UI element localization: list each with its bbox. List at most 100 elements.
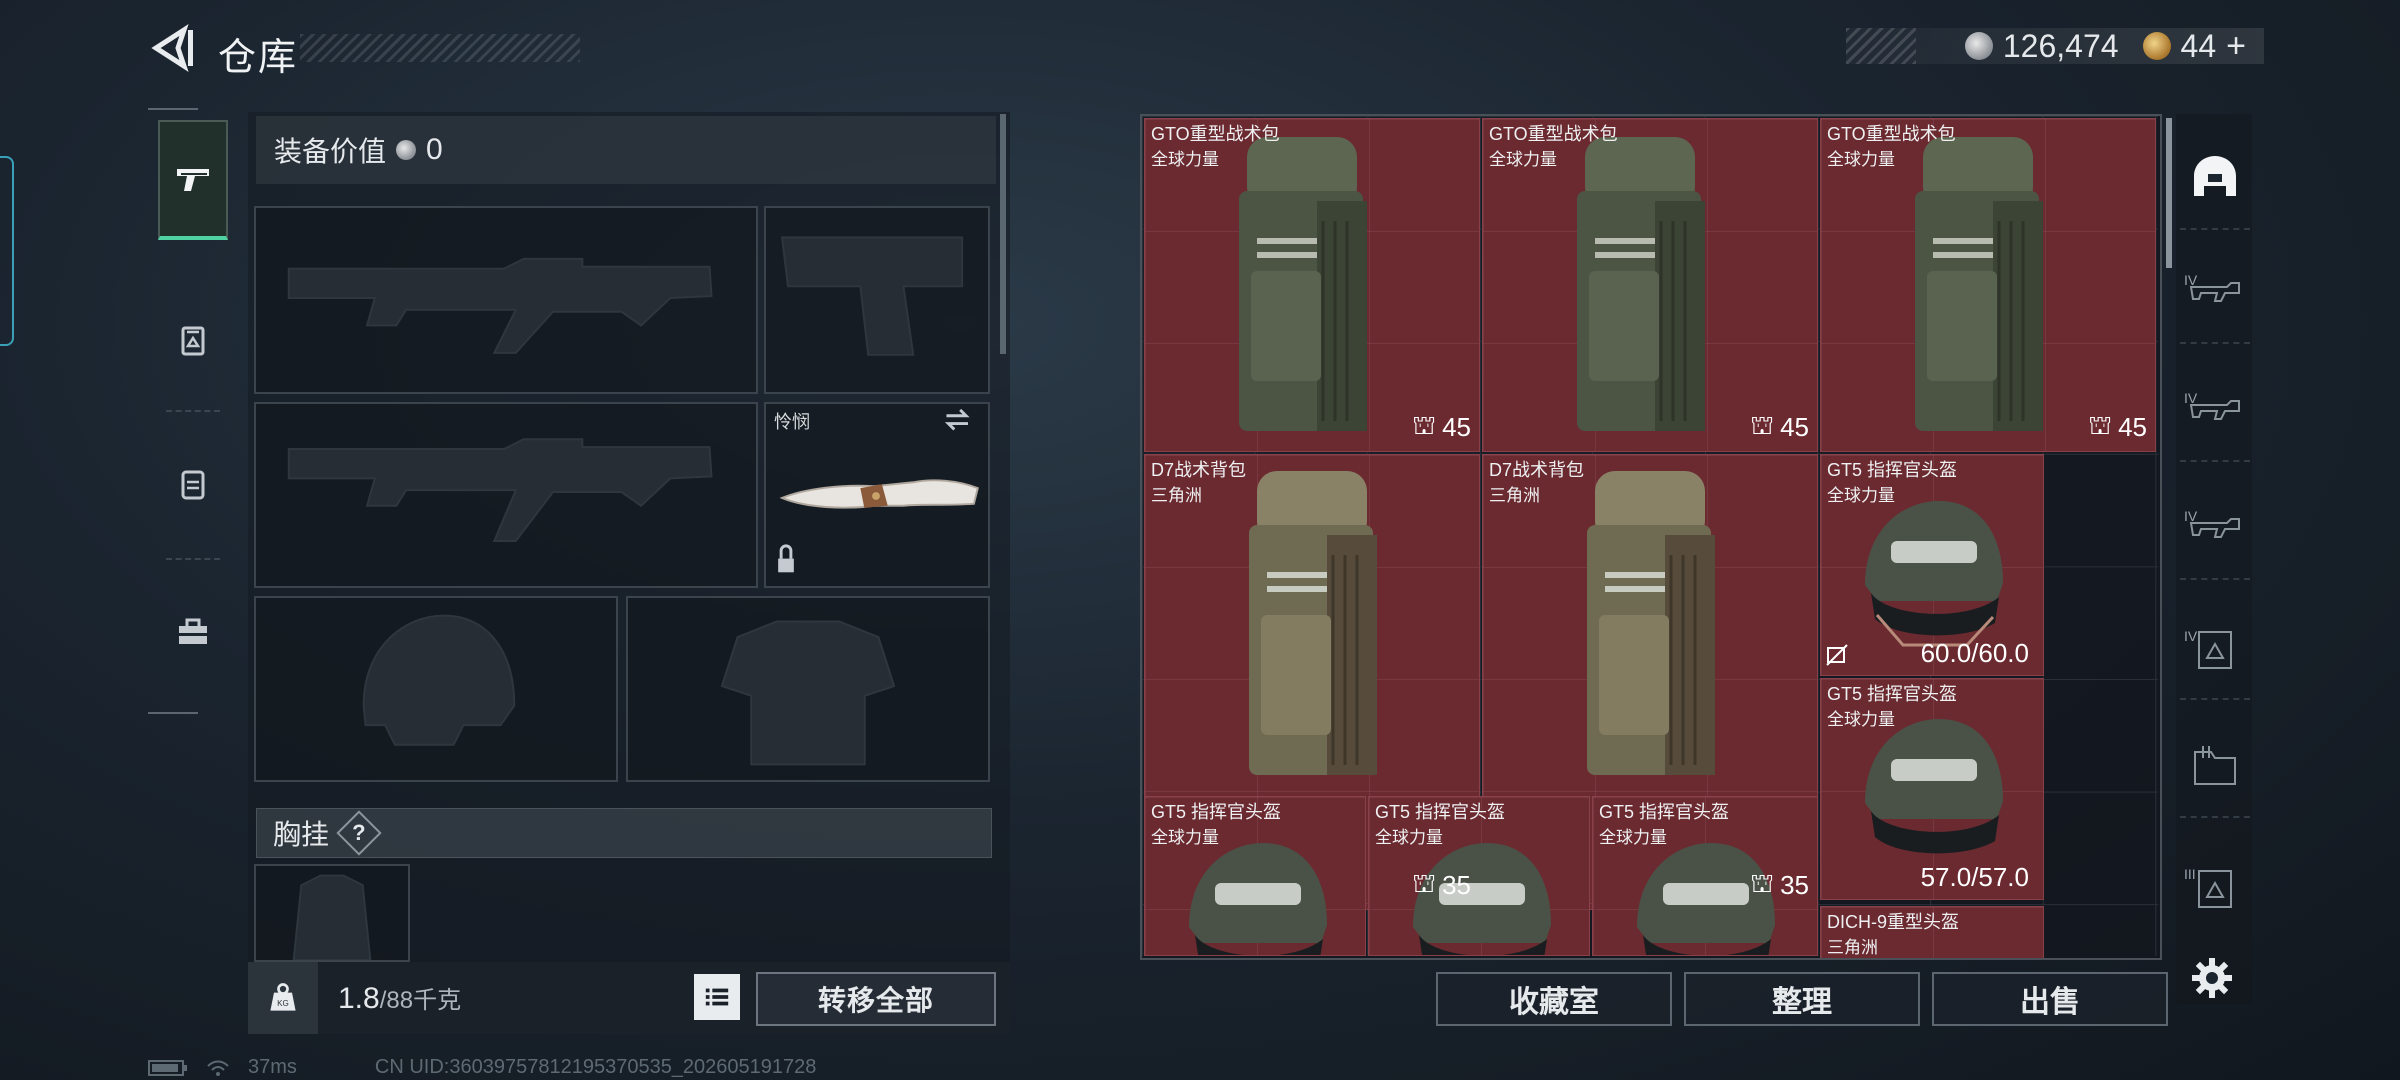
primary-weapon-slot-2[interactable] xyxy=(254,402,758,588)
item-gt5-helmet-4[interactable]: GT5 指挥官头盔 全球力量 xyxy=(1368,796,1590,956)
filter-rifle[interactable]: IV xyxy=(2180,244,2250,344)
backpack-image xyxy=(1915,137,2043,431)
organize-button[interactable]: 整理 xyxy=(1684,972,1920,1026)
capacity-icon: ⛫ xyxy=(1412,410,1437,440)
filter-level: III xyxy=(2184,866,2196,882)
user-uid: CN UID:3603975781219537053​5_20260519172… xyxy=(374,1056,817,1078)
item-capacity: 45 xyxy=(2118,412,2147,442)
status-bar: 37ms CN UID:3603975781219537053​5_202605… xyxy=(148,1056,816,1079)
backpack-image xyxy=(1577,137,1705,431)
backpack-image xyxy=(1239,137,1367,431)
equipment-value-header: 装备价值 0 xyxy=(256,116,996,184)
tab-backpack[interactable] xyxy=(158,424,228,544)
helmet-slot[interactable] xyxy=(254,596,618,782)
currency-decoration xyxy=(1846,28,1916,64)
item-name: GTO重型战术包 xyxy=(1489,124,1618,144)
equipment-scrollbar[interactable] xyxy=(1000,114,1006,354)
filter-armor[interactable]: IV xyxy=(2180,600,2250,700)
secondary-weapon-slot[interactable] xyxy=(764,206,990,394)
item-gt5-helmet-3[interactable]: GT5 指挥官头盔 全球力量 xyxy=(1144,796,1366,956)
item-source: 全球力量 xyxy=(1375,828,1443,847)
chest-rig-header: 胸挂 ? xyxy=(256,808,992,858)
add-currency-button[interactable]: + xyxy=(2226,27,2246,66)
item-durability: 57.0/57.0 xyxy=(1920,862,2029,892)
gold-coin-icon xyxy=(2142,32,2171,60)
item-name: GTO重型战术包 xyxy=(1151,124,1280,144)
svg-text:KG: KG xyxy=(277,999,289,1008)
back-arrow-icon xyxy=(151,24,193,72)
item-source: 全球力量 xyxy=(1827,150,1895,169)
filter-helmet[interactable] xyxy=(2180,130,2250,230)
vest-silhouette-icon xyxy=(292,874,372,960)
item-source: 三角洲 xyxy=(1827,938,1878,957)
chest-rig-slot[interactable] xyxy=(254,864,410,962)
toolbox-icon xyxy=(179,618,207,644)
item-capacity: 45 xyxy=(1442,412,1471,442)
filter-vest[interactable]: III xyxy=(2180,838,2250,938)
back-button[interactable] xyxy=(148,24,196,72)
item-source: 全球力量 xyxy=(1827,710,1895,729)
rifle-silhouette-icon xyxy=(287,257,713,354)
helmet-silhouette-icon xyxy=(362,614,516,746)
capacity-badge: ⛫ 35 xyxy=(1750,868,1809,903)
item-gt5-helmet-1[interactable]: GT5 指挥官头盔 全球力量 60.0/60.0 xyxy=(1820,454,2044,676)
rifle-silhouette-icon xyxy=(287,438,713,542)
item-gto-backpack-3[interactable]: GTO重型战术包 全球力量 ⛫ 45 xyxy=(1820,118,2156,452)
capacity-badge: ⛫ 45 xyxy=(1750,410,1809,445)
list-view-button[interactable] xyxy=(694,974,740,1020)
silver-coin-icon xyxy=(396,140,417,160)
item-name: GTO重型战术包 xyxy=(1827,124,1956,144)
item-name: GT5 指挥官头盔 xyxy=(1151,802,1282,822)
grid-scrollbar[interactable] xyxy=(2166,118,2172,268)
item-gto-backpack-1[interactable]: GTO重型战术包 全球力量 ⛫ 45 xyxy=(1144,118,1480,452)
ping-value: 37ms xyxy=(248,1056,297,1078)
capacity-icon: ⛫ xyxy=(1412,868,1437,898)
silver-coin-icon xyxy=(1964,32,1993,60)
filter-shotgun[interactable]: IV xyxy=(2180,480,2250,580)
filter-level: IV xyxy=(2184,390,2198,406)
capacity-badge: ⛫ 35 xyxy=(1412,868,1471,903)
pistol-icon xyxy=(177,169,209,191)
tab-toolbox[interactable] xyxy=(158,572,228,692)
tab-weapons[interactable] xyxy=(158,120,228,240)
gear-icon xyxy=(2192,958,2232,998)
tab-ammo[interactable] xyxy=(158,280,228,400)
primary-weapon-slot[interactable] xyxy=(254,206,758,394)
helmet-filter-icon xyxy=(2194,156,2236,196)
item-name: D7战术背包 xyxy=(1489,460,1585,480)
category-tabs xyxy=(148,108,228,714)
armor-silhouette-icon xyxy=(720,620,896,766)
equipment-value-label: 装备价值 xyxy=(274,136,387,167)
body-armor-slot[interactable] xyxy=(626,596,990,782)
item-durability: 60.0/60.0 xyxy=(1920,638,2029,668)
item-name: GT5 指挥官头盔 xyxy=(1827,684,1958,704)
item-name: GT5 指挥官头盔 xyxy=(1599,802,1730,822)
helmet-image xyxy=(1865,501,2003,647)
gold-amount: 44 xyxy=(2180,27,2217,64)
filter-smg[interactable]: IV xyxy=(2180,362,2250,462)
collection-room-button[interactable]: 收藏室 xyxy=(1436,972,1672,1026)
filter-level: IV xyxy=(2184,628,2198,644)
item-gto-backpack-2[interactable]: GTO重型战术包 全球力量 ⛫ 45 xyxy=(1482,118,1818,452)
backpack-image xyxy=(1249,471,1377,775)
help-button[interactable]: ? xyxy=(336,810,382,856)
knife-icon xyxy=(778,408,979,573)
capacity-icon: ⛫ xyxy=(2088,410,2113,440)
transfer-all-button[interactable]: 转移全部 xyxy=(756,972,996,1026)
item-source: 全球力量 xyxy=(1599,828,1667,847)
settings-button[interactable] xyxy=(2190,956,2234,1000)
backpack-icon xyxy=(181,470,205,500)
item-dich9-helmet[interactable]: DICH-9重型头盔 三角洲 xyxy=(1820,906,2044,958)
item-name: GT5 指挥官头盔 xyxy=(1827,460,1958,480)
page-title: 仓库 xyxy=(218,37,299,79)
capacity-badge: ⛫ 45 xyxy=(1412,410,1471,445)
silver-amount: 126,474 xyxy=(2002,27,2119,64)
no-repair-icon xyxy=(1826,644,1848,666)
sell-button[interactable]: 出售 xyxy=(1932,972,2168,1026)
pistol-silhouette-icon xyxy=(780,236,964,356)
filter-folder[interactable] xyxy=(2180,718,2250,818)
item-gt5-helmet-2[interactable]: GT5 指挥官头盔 全球力量 57.0/57.0 xyxy=(1820,678,2044,900)
weight-current: 1.8 xyxy=(338,982,380,1015)
melee-weapon-slot[interactable]: 怜悯 xyxy=(764,402,990,588)
side-drawer-handle[interactable] xyxy=(0,156,14,346)
